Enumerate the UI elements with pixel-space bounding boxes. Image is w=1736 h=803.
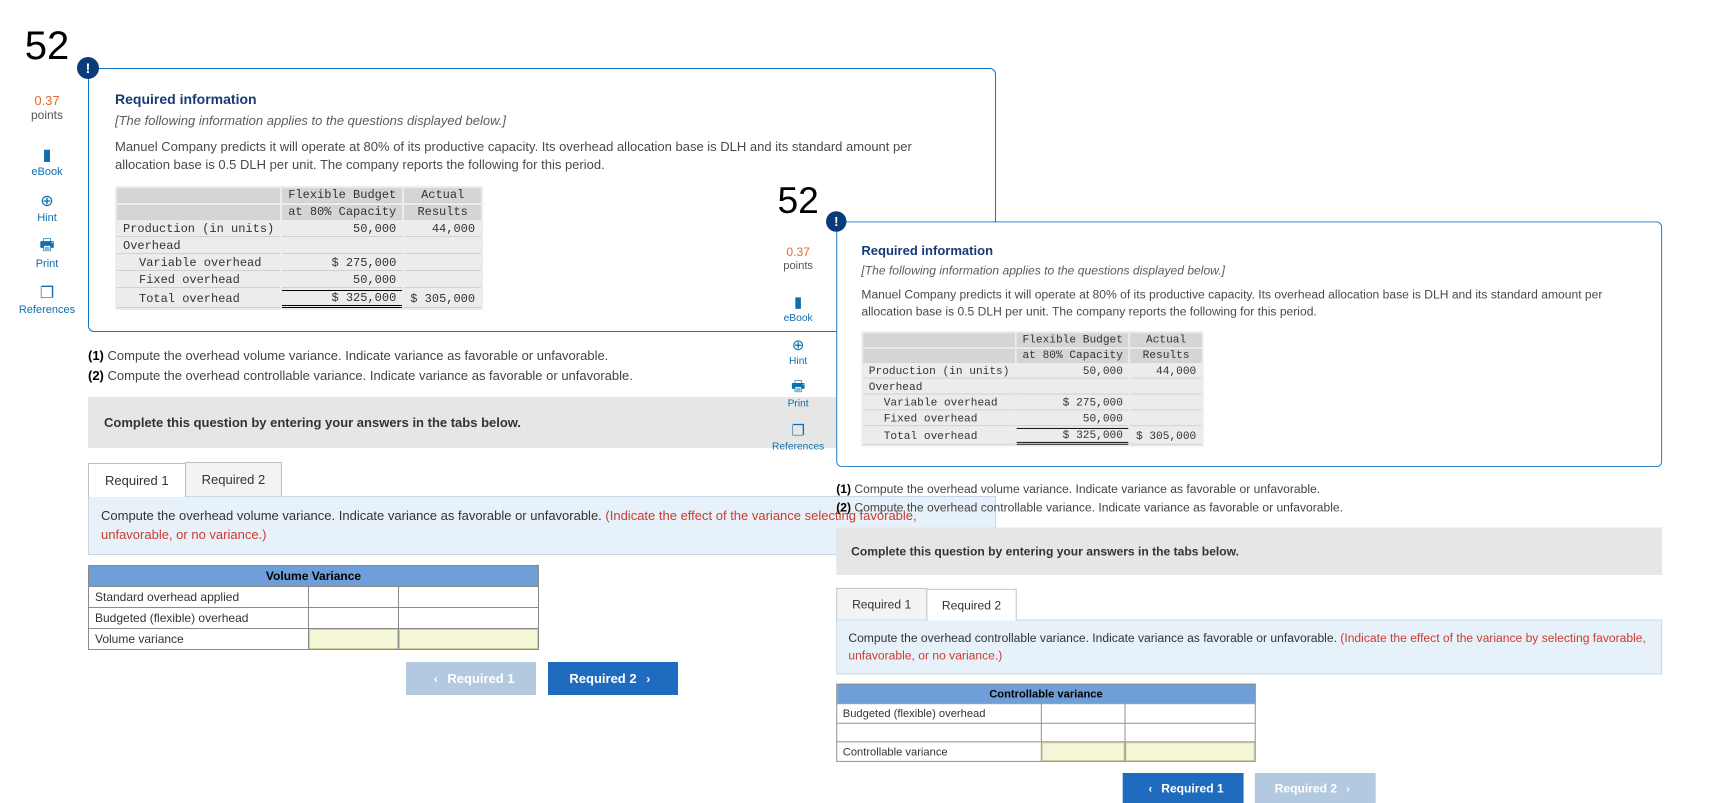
card-intro-note: [The following information applies to th… [115,113,969,128]
tab-required-1[interactable]: Required 1 [88,463,186,497]
chevron-left-icon: ‹ [434,672,438,686]
tab-required-2[interactable]: Required 2 [926,589,1017,621]
input-budgeted-amount[interactable] [309,607,399,628]
row-controllable-variance: Controllable variance [837,742,1042,762]
input-budgeted-favorability[interactable] [399,607,539,628]
row-budgeted-overhead: Budgeted (flexible) overhead [89,607,309,628]
input-budgeted-favorability[interactable] [1125,703,1255,723]
input-variance-favorability[interactable] [399,628,539,649]
sidebar-print-label: Print [760,398,836,409]
prev-button: ‹ Required 1 [406,662,536,695]
sidebar-print[interactable]: 🖶 Print [760,380,836,410]
input-budgeted-amount[interactable] [1041,703,1125,723]
input-variance-amount[interactable] [1041,742,1125,762]
sidebar-hint[interactable]: ⊕ Hint [6,192,88,224]
next-button[interactable]: Required 2 › [548,662,678,695]
chevron-right-icon: › [646,672,650,686]
sidebar-print[interactable]: 🖶 Print [6,238,88,270]
card-intro-note: [The following information applies to th… [861,263,1637,277]
chevron-right-icon: › [1346,782,1350,795]
question-number: 52 [760,181,836,223]
answer-table: Volume Variance Standard overhead applie… [88,565,539,650]
sidebar-hint-label: Hint [6,212,88,224]
sidebar-references[interactable]: ❐ References [6,284,88,316]
copy-icon: ❐ [38,284,56,302]
points-label: points [760,259,836,272]
copy-icon: ❐ [790,422,807,439]
card-heading: Required information [861,243,1637,258]
book-icon: ▮ [38,146,56,164]
points-label: points [6,108,88,122]
card-heading: Required information [115,91,969,107]
points-value: 0.37 [6,93,88,108]
answer-table-title: Volume Variance [89,565,539,586]
card-body-text: Manuel Company predicts it will operate … [115,138,969,174]
row-budgeted-overhead: Budgeted (flexible) overhead [837,703,1042,723]
sidebar-references-label: References [760,441,836,452]
data-table: Flexible Budget Actual at 80% Capacity R… [861,332,1203,447]
row-standard-applied: Standard overhead applied [89,586,309,607]
input-standard-favorability[interactable] [399,586,539,607]
globe-icon: ⊕ [790,337,807,354]
row-volume-variance: Volume variance [89,628,309,649]
alert-icon: ! [77,57,99,79]
input-variance-amount[interactable] [309,628,399,649]
data-table: Flexible Budget Actual at 80% Capacity R… [115,186,483,310]
prev-button[interactable]: ‹ Required 1 [1123,773,1244,803]
points-value: 0.37 [760,245,836,259]
input-blank-amount[interactable] [1041,723,1125,742]
sidebar-references-label: References [6,304,88,316]
answer-table: Controllable variance Budgeted (flexible… [836,683,1255,761]
tabs: Required 1 Required 2 [836,588,1662,620]
prompt-main: Compute the overhead controllable varian… [848,631,1340,645]
print-icon: 🖶 [38,238,56,256]
sidebar-ebook[interactable]: ▮ eBook [760,294,836,324]
answer-table-title: Controllable variance [837,684,1256,704]
next-button: Required 2 › [1255,773,1376,803]
sidebar-ebook-label: eBook [760,313,836,324]
chevron-left-icon: ‹ [1149,782,1153,795]
sidebar-ebook-label: eBook [6,166,88,178]
sidebar: 52 0.37 points ▮ eBook ⊕ Hint 🖶 Print ❐ … [6,18,88,330]
tab-required-2[interactable]: Required 2 [185,462,283,496]
sidebar-hint-label: Hint [760,355,836,366]
input-blank-favorability[interactable] [1125,723,1255,742]
input-variance-favorability[interactable] [1125,742,1255,762]
tab-required-1[interactable]: Required 1 [836,588,927,620]
requirement-lines: (1) Compute the overhead volume variance… [836,480,1662,516]
globe-icon: ⊕ [38,192,56,210]
sidebar-ebook[interactable]: ▮ eBook [6,146,88,178]
alert-icon: ! [826,211,846,231]
question-number: 52 [6,24,88,69]
card-body-text: Manuel Company predicts it will operate … [861,287,1637,321]
sidebar-references[interactable]: ❐ References [760,422,836,452]
instruction-box: Complete this question by entering your … [836,528,1662,575]
prompt-main: Compute the overhead volume variance. In… [101,508,605,523]
sidebar: 52 0.37 points ▮ eBook ⊕ Hint 🖶 Print ❐ … [760,175,836,465]
row-blank [837,723,1042,742]
print-icon: 🖶 [790,380,807,397]
sidebar-print-label: Print [6,258,88,270]
sidebar-hint[interactable]: ⊕ Hint [760,337,836,367]
info-card: Required information [The following info… [836,222,1662,468]
prompt-bar: Compute the overhead controllable varian… [836,620,1662,674]
input-standard-amount[interactable] [309,586,399,607]
book-icon: ▮ [790,294,807,311]
